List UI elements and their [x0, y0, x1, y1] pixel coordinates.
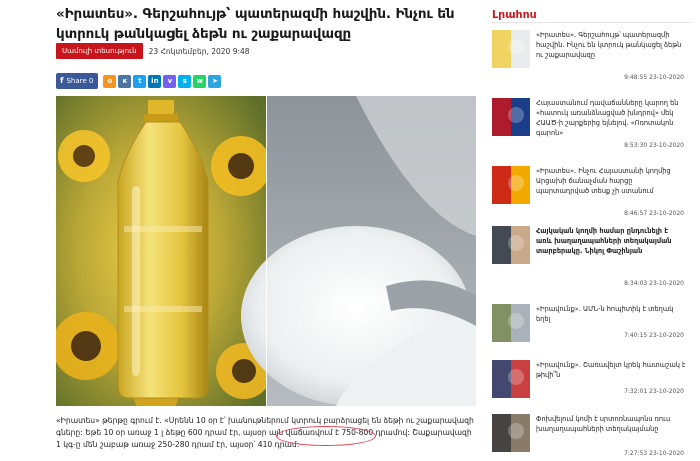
price-highlight-circle: [276, 426, 376, 446]
news-headline[interactable]: «Իրավունք». ԱՄՆ-ն հոպիտիկ է տեղակ եղել: [536, 304, 686, 324]
skype-icon[interactable]: s: [178, 74, 192, 88]
news-thumbnail[interactable]: [492, 414, 530, 452]
vk-icon[interactable]: к: [118, 74, 132, 88]
news-timestamp: 8:46:57 23-10-2020: [624, 210, 684, 217]
whatsapp-icon[interactable]: w: [193, 74, 207, 88]
news-timestamp: 7:40:15 23-10-2020: [624, 332, 684, 339]
telegram-icon[interactable]: ➤: [208, 74, 222, 88]
article-title-line2[interactable]: կտրուկ թանկացել ձեթն ու շաքարավազը: [56, 24, 476, 44]
news-thumbnail[interactable]: [492, 304, 530, 342]
news-headline[interactable]: «Իրավունք». Շառավելտ կրեկ հատաշակ է թիվի…: [536, 360, 686, 380]
news-thumbnail[interactable]: [492, 30, 530, 68]
odnoklassniki-icon[interactable]: o: [103, 74, 117, 88]
linkedin-icon[interactable]: in: [148, 74, 162, 88]
twitter-icon[interactable]: t: [133, 74, 147, 88]
article-body: «Իրատես» թերթը գրում է. «Սրենն 10 օր է՝ …: [56, 415, 476, 451]
news-timestamp: 8:53:30 23-10-2020: [624, 142, 684, 149]
news-timestamp: 9:48:55 23-10-2020: [624, 74, 684, 81]
news-thumbnail[interactable]: [492, 360, 530, 398]
news-feed-sidebar: Լրահոս «Իրատես». Գերշահույթ՝ պատերազմի հ…: [492, 0, 700, 461]
news-headline[interactable]: Հայկական կողմի համար ընդունելի է առև խաղ…: [536, 226, 686, 256]
share-bar: f Share 0 o к t in v s w ➤: [56, 73, 222, 89]
news-headline[interactable]: «Իրատես». Ինչու Հայաստանի կողմից Արցախի …: [536, 166, 686, 196]
news-feed-title: Լրահոս: [492, 8, 537, 21]
news-thumbnail[interactable]: [492, 166, 530, 204]
news-headline[interactable]: «Իրատես». Գերշահույթ՝ պատերազմի հաշվին. …: [536, 30, 686, 60]
category-badge[interactable]: Սամուլի տեսություն: [56, 43, 143, 59]
divider: [492, 22, 692, 23]
article-meta: Սամուլի տեսություն 23 Հոկտեմբեր, 2020 9:…: [56, 43, 250, 59]
article-hero-image: [56, 96, 476, 406]
news-thumbnail[interactable]: [492, 226, 530, 264]
news-timestamp: 8:34:03 23-10-2020: [624, 280, 684, 287]
news-thumbnail[interactable]: [492, 98, 530, 136]
news-headline[interactable]: Փոխվելում կոմի է սրտոռնապոնս ռուս խաղաղա…: [536, 414, 686, 434]
article-title[interactable]: «Իրատես». Գերշահույթ՝ պատերազմի հաշվին. …: [56, 4, 476, 44]
news-timestamp: 7:27:53 23-10-2020: [624, 450, 684, 457]
facebook-icon: f: [60, 76, 64, 85]
share-count-label: Share 0: [66, 77, 94, 85]
viber-icon[interactable]: v: [163, 74, 177, 88]
article-title-line1[interactable]: «Իրատես». Գերշահույթ՝ պատերազմի հաշվին. …: [56, 4, 476, 24]
article-main: «Իրատես». Գերշահույթ՝ պատերազմի հաշվին. …: [56, 0, 476, 461]
publish-date: 23 Հոկտեմբեր, 2020 9:48: [148, 46, 250, 56]
news-headline[interactable]: Հայաստանում դավաճանները կարող են «հատուկ…: [536, 98, 686, 138]
news-timestamp: 7:32:01 23-10-2020: [624, 388, 684, 395]
facebook-share-button[interactable]: f Share 0: [56, 73, 99, 89]
